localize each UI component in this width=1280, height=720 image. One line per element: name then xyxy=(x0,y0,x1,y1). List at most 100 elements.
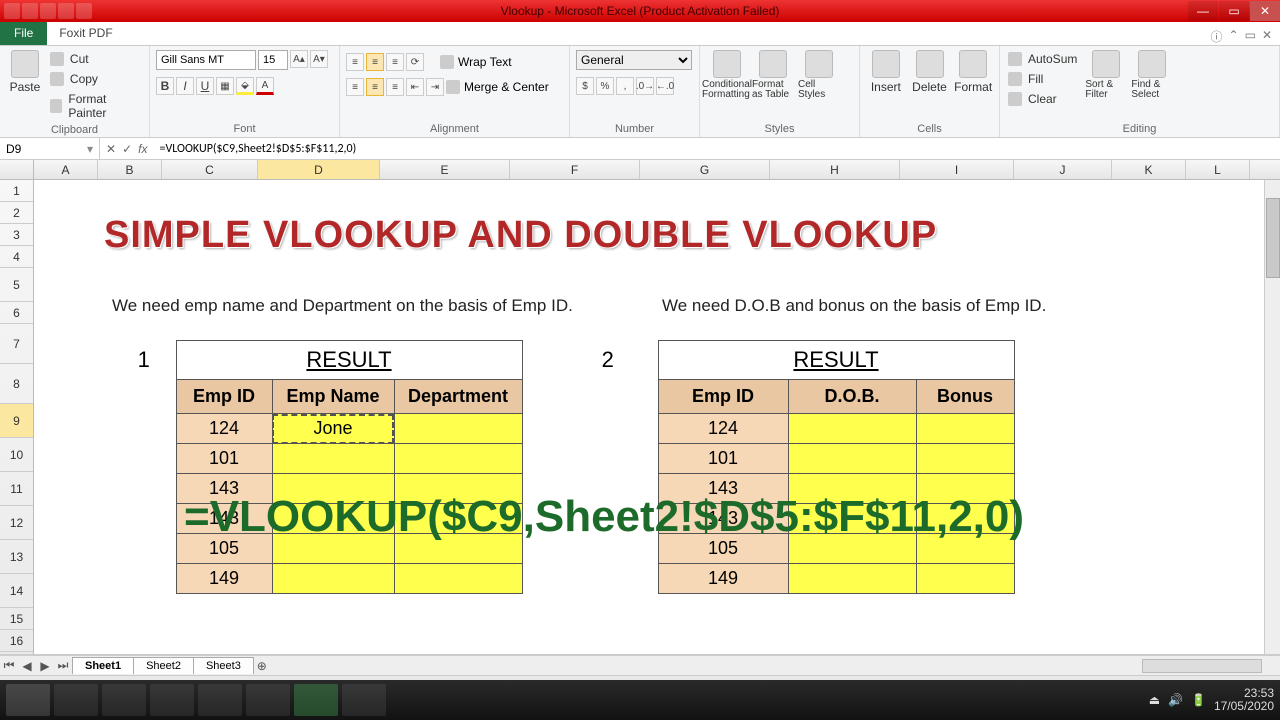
taskbar-app-1[interactable] xyxy=(54,684,98,716)
font-color-button[interactable]: A xyxy=(256,77,274,95)
decrease-font-icon[interactable]: A▾ xyxy=(310,50,328,68)
font-size-select[interactable] xyxy=(258,50,288,70)
col-header-J[interactable]: J xyxy=(1014,160,1112,179)
sheet-nav-prev-icon[interactable]: ◀ xyxy=(18,659,36,673)
tray-icon[interactable]: ⏏ xyxy=(1149,693,1160,707)
format-painter-button[interactable]: Format Painter xyxy=(48,90,143,122)
start-button[interactable] xyxy=(6,684,50,716)
fill-color-button[interactable]: ⬙ xyxy=(236,77,254,95)
increase-font-icon[interactable]: A▴ xyxy=(290,50,308,68)
sheet-tab-sheet3[interactable]: Sheet3 xyxy=(193,657,254,674)
tray-icon[interactable]: 🔊 xyxy=(1168,693,1183,707)
col-header-G[interactable]: G xyxy=(640,160,770,179)
table-cell[interactable] xyxy=(788,564,916,594)
redo-icon[interactable] xyxy=(58,3,74,19)
table-cell[interactable]: Jone xyxy=(272,414,394,444)
undo-icon[interactable] xyxy=(40,3,56,19)
comma-format-icon[interactable]: , xyxy=(616,77,634,95)
name-box[interactable]: D9▾ xyxy=(0,138,100,159)
help-icon[interactable]: ⓘ xyxy=(1211,28,1223,45)
row-header-15[interactable]: 15 xyxy=(0,608,33,630)
table-cell[interactable] xyxy=(788,414,916,444)
row-header-10[interactable]: 10 xyxy=(0,438,33,472)
border-button[interactable]: ▦ xyxy=(216,77,234,95)
row-header-8[interactable]: 8 xyxy=(0,364,33,404)
find-select-button[interactable]: Find & Select xyxy=(1131,50,1173,100)
col-header-I[interactable]: I xyxy=(900,160,1014,179)
table-cell-id[interactable]: 149 xyxy=(176,564,272,594)
col-header-B[interactable]: B xyxy=(98,160,162,179)
taskbar-app-2[interactable] xyxy=(102,684,146,716)
autosum-button[interactable]: AutoSum xyxy=(1006,50,1081,68)
sort-filter-button[interactable]: Sort & Filter xyxy=(1085,50,1127,100)
taskbar-app-5[interactable] xyxy=(246,684,290,716)
table-cell[interactable] xyxy=(916,414,1014,444)
cells-area[interactable]: SIMPLE VLOOKUP AND DOUBLE VLOOKUP We nee… xyxy=(34,180,1280,654)
file-tab[interactable]: File xyxy=(0,21,47,45)
sheet-tab-sheet2[interactable]: Sheet2 xyxy=(133,657,194,674)
col-header-C[interactable]: C xyxy=(162,160,258,179)
row-header-13[interactable]: 13 xyxy=(0,540,33,574)
table-cell-id[interactable]: 124 xyxy=(658,414,788,444)
row-header-16[interactable]: 16 xyxy=(0,630,33,652)
row-header-11[interactable]: 11 xyxy=(0,472,33,506)
table-cell-id[interactable]: 149 xyxy=(658,564,788,594)
table-cell[interactable] xyxy=(916,564,1014,594)
cell-styles-button[interactable]: Cell Styles xyxy=(798,50,840,100)
table-cell-id[interactable]: 101 xyxy=(658,444,788,474)
percent-format-icon[interactable]: % xyxy=(596,77,614,95)
cancel-formula-icon[interactable]: ✕ xyxy=(106,142,116,156)
sheet-nav-next-icon[interactable]: ▶ xyxy=(36,659,54,673)
decrease-decimal-icon[interactable]: ←.0 xyxy=(656,77,674,95)
maximize-button[interactable]: ▭ xyxy=(1219,1,1249,21)
table-cell[interactable] xyxy=(272,444,394,474)
formula-input[interactable]: =VLOOKUP($C9,Sheet2!$D$5:$F$11,2,0) xyxy=(153,138,1280,159)
align-center-icon[interactable]: ≡ xyxy=(366,78,384,96)
copy-button[interactable]: Copy xyxy=(48,70,143,88)
delete-cells-button[interactable]: Delete xyxy=(910,50,950,94)
row-header-14[interactable]: 14 xyxy=(0,574,33,608)
save-icon[interactable] xyxy=(22,3,38,19)
paste-button[interactable]: Paste xyxy=(6,50,44,94)
cut-button[interactable]: Cut xyxy=(48,50,143,68)
decrease-indent-icon[interactable]: ⇤ xyxy=(406,78,424,96)
merge-center-button[interactable]: Merge & Center xyxy=(446,78,549,96)
format-cells-button[interactable]: Format xyxy=(953,50,993,94)
taskbar-clock[interactable]: 23:53 17/05/2020 xyxy=(1214,687,1274,713)
underline-button[interactable]: U xyxy=(196,77,214,95)
close-button[interactable]: ✕ xyxy=(1250,1,1280,21)
row-header-2[interactable]: 2 xyxy=(0,202,33,224)
table-cell-id[interactable]: 101 xyxy=(176,444,272,474)
italic-button[interactable]: I xyxy=(176,77,194,95)
table-cell[interactable] xyxy=(916,444,1014,474)
orientation-icon[interactable]: ⟳ xyxy=(406,53,424,71)
table-cell[interactable] xyxy=(394,414,522,444)
col-header-D[interactable]: D xyxy=(258,160,380,179)
worksheet-grid[interactable]: ABCDEFGHIJKL 12345678910111213141516 SIM… xyxy=(0,160,1280,655)
bold-button[interactable]: B xyxy=(156,77,174,95)
minimize-ribbon-icon[interactable]: ⌃ xyxy=(1229,28,1239,45)
col-header-K[interactable]: K xyxy=(1112,160,1186,179)
system-tray[interactable]: ⏏ 🔊 🔋 23:53 17/05/2020 xyxy=(1149,687,1274,713)
increase-decimal-icon[interactable]: .0→ xyxy=(636,77,654,95)
taskbar-app-4[interactable] xyxy=(198,684,242,716)
table-cell[interactable] xyxy=(788,444,916,474)
format-as-table-button[interactable]: Format as Table xyxy=(752,50,794,100)
sheet-tab-sheet1[interactable]: Sheet1 xyxy=(72,657,134,674)
align-right-icon[interactable]: ≡ xyxy=(386,78,404,96)
minimize-button[interactable]: — xyxy=(1188,1,1218,21)
new-sheet-icon[interactable]: ⊕ xyxy=(253,659,271,673)
row-header-5[interactable]: 5 xyxy=(0,268,33,302)
sheet-nav-last-icon[interactable]: ⏭ xyxy=(54,658,72,673)
align-top-icon[interactable]: ≡ xyxy=(346,53,364,71)
align-bottom-icon[interactable]: ≡ xyxy=(386,53,404,71)
col-header-L[interactable]: L xyxy=(1186,160,1250,179)
table-cell-id[interactable]: 124 xyxy=(176,414,272,444)
col-header-H[interactable]: H xyxy=(770,160,900,179)
number-format-select[interactable]: General xyxy=(576,50,692,70)
col-header-E[interactable]: E xyxy=(380,160,510,179)
row-header-6[interactable]: 6 xyxy=(0,302,33,324)
enter-formula-icon[interactable]: ✓ xyxy=(122,142,132,156)
taskbar-app-6[interactable] xyxy=(342,684,386,716)
scrollbar-thumb[interactable] xyxy=(1266,198,1280,278)
